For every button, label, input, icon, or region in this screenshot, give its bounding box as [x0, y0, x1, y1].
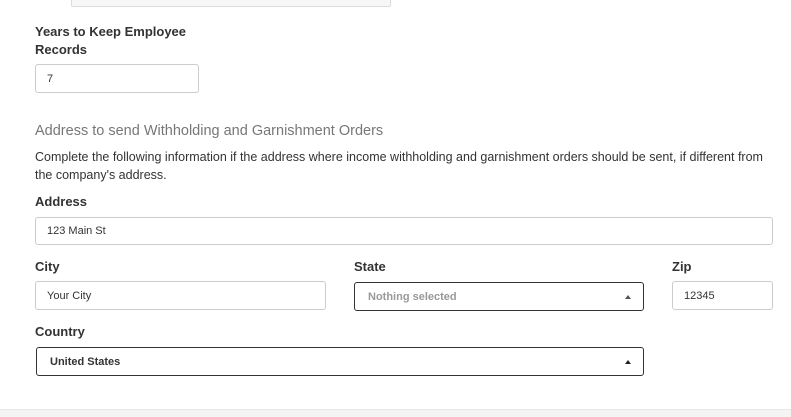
retention-years-label: Years to Keep Employee Records: [35, 24, 187, 57]
zip-input[interactable]: [672, 281, 773, 310]
settings-form-page: Years to Keep Employee Records Address t…: [0, 0, 791, 417]
retention-years-input[interactable]: [35, 64, 199, 93]
city-label: City: [35, 259, 60, 274]
footer-bar: [0, 409, 791, 417]
address-label: Address: [35, 194, 88, 209]
state-select[interactable]: Nothing selected: [354, 282, 644, 311]
previous-field-input[interactable]: [71, 0, 391, 7]
country-select-value: United States: [50, 355, 121, 368]
city-input[interactable]: [35, 281, 326, 310]
zip-label: Zip: [672, 259, 692, 274]
state-select-value: Nothing selected: [368, 290, 457, 303]
withholding-address-description: Complete the following information if th…: [35, 150, 763, 182]
country-select[interactable]: United States: [36, 347, 644, 376]
withholding-address-heading: Address to send Withholding and Garnishm…: [35, 123, 384, 139]
caret-up-icon: [625, 359, 631, 364]
caret-up-icon: [625, 294, 631, 299]
state-label: State: [354, 259, 386, 274]
address-input[interactable]: [35, 217, 773, 245]
country-label: Country: [35, 324, 85, 339]
